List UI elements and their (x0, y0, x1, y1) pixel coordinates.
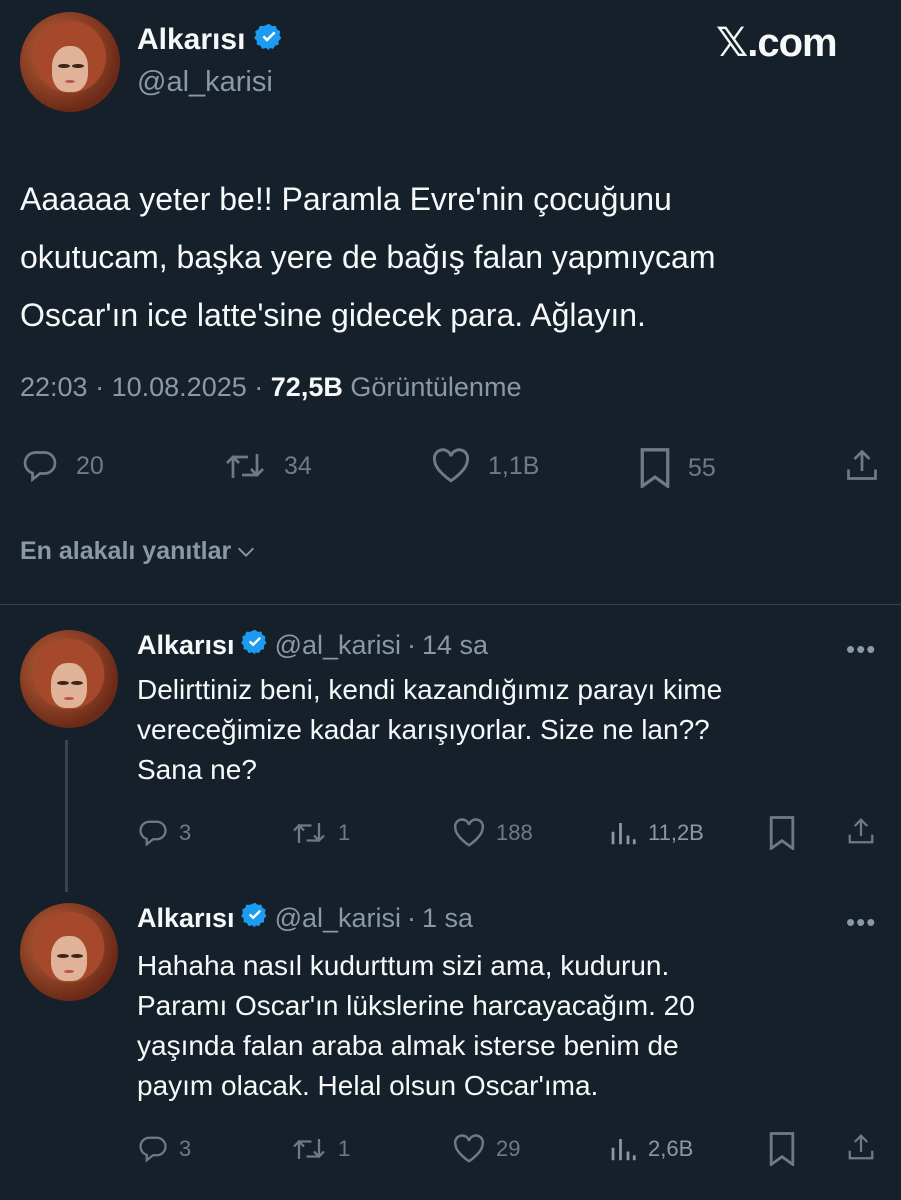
chevron-down-icon (238, 547, 255, 557)
like-count: 1,1B (488, 451, 540, 480)
reply-separator: · (407, 903, 417, 933)
author-name[interactable]: Alkarısı (137, 22, 284, 60)
share-button[interactable] (846, 816, 876, 846)
divider (0, 604, 901, 605)
verified-badge-icon (240, 628, 269, 663)
bookmark-button[interactable] (768, 816, 796, 850)
tweet-meta: 22:03 · 10.08.2025 · 72,5B Görüntülenme (20, 372, 521, 403)
avatar[interactable] (20, 12, 120, 112)
like-button[interactable]: 1,1B (430, 448, 539, 484)
share-icon (847, 449, 877, 480)
reply-button[interactable]: 3 (137, 818, 191, 848)
reply-icon (139, 820, 167, 847)
like-count: 29 (496, 1136, 521, 1161)
avatar[interactable] (20, 903, 118, 1001)
reply-author-handle[interactable]: @al_karisi (275, 630, 401, 661)
views-button[interactable]: 2,6B (608, 1134, 693, 1164)
bookmark-count: 55 (688, 453, 716, 482)
share-icon (848, 818, 874, 844)
views-count: 2,6B (648, 1136, 694, 1161)
reply-header: Alkarısı @al_karisi · 14 sa (137, 628, 488, 663)
reply-text: Delirttiniz beni, kendi kazandığımız par… (137, 674, 723, 785)
meta-separator: · (254, 372, 264, 402)
heart-icon (432, 448, 470, 483)
repost-icon (226, 454, 264, 478)
bookmark-button[interactable] (768, 1132, 796, 1166)
bookmark-button[interactable]: 55 (638, 448, 716, 488)
repost-count: 34 (284, 451, 312, 480)
like-button[interactable]: 188 (452, 818, 533, 848)
repost-count: 1 (338, 1136, 351, 1161)
more-options-icon[interactable]: ••• (846, 634, 876, 665)
tweet-time[interactable]: 22:03 (20, 372, 88, 402)
author-handle[interactable]: @al_karisi (137, 66, 273, 99)
reply-icon (23, 451, 57, 483)
thread-line (65, 740, 68, 892)
views-label: Görüntülenme (350, 372, 522, 402)
reply-separator: · (407, 630, 417, 660)
reply-author-handle[interactable]: @al_karisi (275, 903, 401, 934)
tweet-date[interactable]: 10.08.2025 (112, 372, 247, 402)
views-count: 72,5B (270, 372, 343, 402)
more-options-icon[interactable]: ••• (846, 907, 876, 938)
repost-icon (293, 1139, 325, 1159)
verified-badge-icon (254, 22, 284, 60)
x-logo: 𝕏.com (716, 21, 838, 65)
author-name-text[interactable]: Alkarısı (137, 23, 245, 56)
reply-text: Hahaha nasıl kudurttum sizi ama, kudurun… (137, 950, 695, 1101)
reply-count: 3 (179, 820, 192, 845)
analytics-icon (611, 823, 636, 845)
heart-icon (453, 1134, 485, 1163)
reply-author-name[interactable]: Alkarısı (137, 903, 235, 934)
reply-header: Alkarısı @al_karisi · 1 sa (137, 901, 473, 936)
bookmark-icon (769, 1132, 795, 1166)
reply-time[interactable]: 14 sa (422, 630, 488, 661)
bookmark-icon (769, 816, 795, 850)
reply-sort-dropdown[interactable]: En alakalı yanıtlar (20, 537, 257, 566)
heart-icon (453, 818, 485, 847)
reply-button[interactable]: 3 (137, 1134, 191, 1164)
views-count: 11,2B (648, 820, 704, 845)
like-count: 188 (496, 820, 533, 845)
repost-button[interactable]: 34 (222, 448, 312, 484)
repost-count: 1 (338, 820, 351, 845)
reply-sort-label: En alakalı yanıtlar (20, 537, 232, 565)
like-button[interactable]: 29 (452, 1134, 520, 1164)
reply-icon (139, 1136, 167, 1163)
verified-badge-icon (240, 901, 269, 936)
share-button[interactable] (846, 1132, 876, 1162)
repost-button[interactable]: 1 (290, 818, 350, 848)
tweet-text: Aaaaaa yeter be!! Paramla Evre'nin çocuğ… (20, 181, 716, 333)
share-icon (848, 1134, 874, 1160)
repost-button[interactable]: 1 (290, 1134, 350, 1164)
meta-separator: · (95, 372, 105, 402)
reply-count: 3 (179, 1136, 192, 1161)
reply-count: 20 (76, 451, 104, 480)
reply-time[interactable]: 1 sa (422, 903, 473, 934)
reply-button[interactable]: 20 (20, 448, 104, 484)
bookmark-icon (640, 448, 670, 488)
views-button[interactable]: 11,2B (608, 818, 704, 848)
share-button[interactable] (844, 447, 880, 483)
repost-icon (293, 823, 325, 843)
analytics-icon (611, 1139, 636, 1161)
avatar[interactable] (20, 630, 118, 728)
reply-author-name[interactable]: Alkarısı (137, 630, 235, 661)
